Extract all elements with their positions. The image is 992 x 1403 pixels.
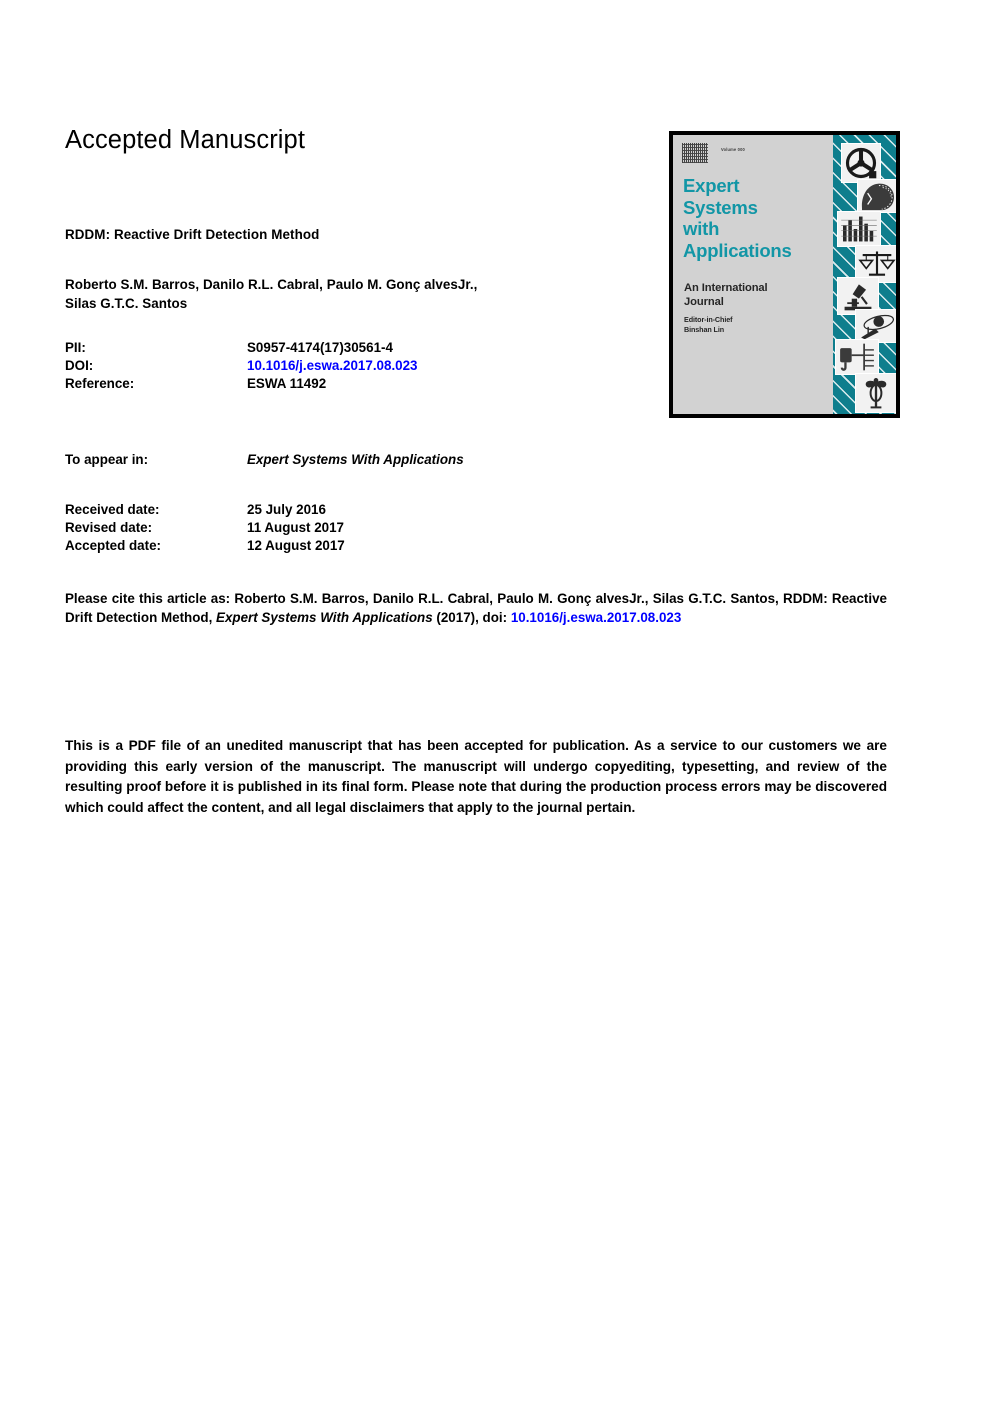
- barcode-icon: [682, 143, 708, 163]
- metadata-table: PII: S0957-4174(17)30561-4 DOI: 10.1016/…: [65, 339, 625, 394]
- metadata-row-accepted: Accepted date: 12 August 2017: [65, 537, 625, 555]
- to-appear-in-block: To appear in: Expert Systems With Applic…: [65, 451, 705, 469]
- dates-table: Received date: 25 July 2016 Revised date…: [65, 501, 625, 556]
- journal-cover-inner: Volume 000 Expert Systems with Applicati…: [673, 135, 896, 414]
- reference-value: ESWA 11492: [247, 376, 327, 392]
- cover-title-line-3: with: [683, 218, 720, 239]
- metadata-row-received: Received date: 25 July 2016: [65, 501, 625, 519]
- page-title: Accepted Manuscript: [65, 126, 306, 154]
- authors-line-2: Silas G.T.C. Santos: [65, 296, 188, 311]
- pii-value: S0957-4174(17)30561-4: [247, 340, 393, 355]
- citation-year: (2017), doi:: [432, 609, 511, 625]
- revised-date-label: Revised date:: [65, 520, 153, 536]
- gear-icon: [841, 143, 881, 183]
- received-date-value: 25 July 2016: [247, 502, 326, 517]
- bar-chart-icon: [837, 211, 881, 247]
- citation-block: Please cite this article as: Roberto S.M…: [65, 590, 887, 627]
- caduceus-icon: [855, 373, 896, 413]
- cover-title-line-2: Systems: [683, 196, 758, 218]
- received-date-label: Received date:: [65, 502, 160, 517]
- revised-date-value: 11 August 2017: [247, 520, 345, 536]
- document-page: Accepted Manuscript RDDM: Reactive Drift…: [0, 0, 992, 1403]
- cover-icon-strip: [833, 135, 896, 414]
- journal-cover-image: Volume 000 Expert Systems with Applicati…: [669, 131, 900, 418]
- metadata-row-doi: DOI: 10.1016/j.eswa.2017.08.023: [65, 357, 625, 375]
- circuit-icon: [835, 339, 879, 375]
- cover-journal-title: Expert Systems with Applications: [683, 175, 829, 261]
- reference-label: Reference:: [65, 376, 135, 392]
- metadata-row-appear: To appear in: Expert Systems With Applic…: [65, 451, 705, 469]
- cover-issue-text: Volume 000: [721, 146, 745, 153]
- doi-label: DOI:: [65, 358, 94, 374]
- cover-editor-label: Editor-in-Chief: [684, 315, 733, 324]
- authors-line-1: Roberto S.M. Barros, Danilo R.L. Cabral,…: [65, 277, 478, 292]
- cover-subtitle-line-2: Journal: [684, 296, 724, 308]
- metadata-row-pii: PII: S0957-4174(17)30561-4: [65, 339, 625, 357]
- accepted-date-label: Accepted date:: [65, 538, 161, 554]
- article-title: RDDM: Reactive Drift Detection Method: [65, 227, 320, 242]
- pii-label: PII:: [65, 340, 86, 355]
- accepted-date-value: 12 August 2017: [247, 538, 345, 554]
- cover-editor-name: Binshan Lin: [684, 325, 725, 334]
- disclaimer-paragraph: This is a PDF file of an unedited manusc…: [65, 738, 887, 815]
- citation-journal: Expert Systems With Applications: [216, 609, 433, 625]
- cover-title-line-4: Applications: [683, 239, 792, 261]
- doi-link[interactable]: 10.1016/j.eswa.2017.08.023: [247, 357, 625, 375]
- cover-subtitle: An International Journal: [684, 281, 830, 309]
- cover-title-line-1: Expert: [683, 175, 740, 196]
- authors-block: Roberto S.M. Barros, Danilo R.L. Cabral,…: [65, 275, 625, 313]
- cover-left-panel: Volume 000 Expert Systems with Applicati…: [673, 135, 833, 414]
- journal-name: Expert Systems With Applications: [247, 452, 464, 467]
- citation-doi-link[interactable]: 10.1016/j.eswa.2017.08.023: [511, 610, 682, 625]
- to-appear-in-label: To appear in:: [65, 452, 149, 467]
- head-profile-icon: [857, 179, 896, 213]
- cover-subtitle-line-1: An International: [684, 282, 768, 294]
- satellite-icon: [855, 309, 896, 343]
- metadata-row-revised: Revised date: 11 August 2017: [65, 519, 625, 537]
- metadata-row-reference: Reference: ESWA 11492: [65, 375, 625, 393]
